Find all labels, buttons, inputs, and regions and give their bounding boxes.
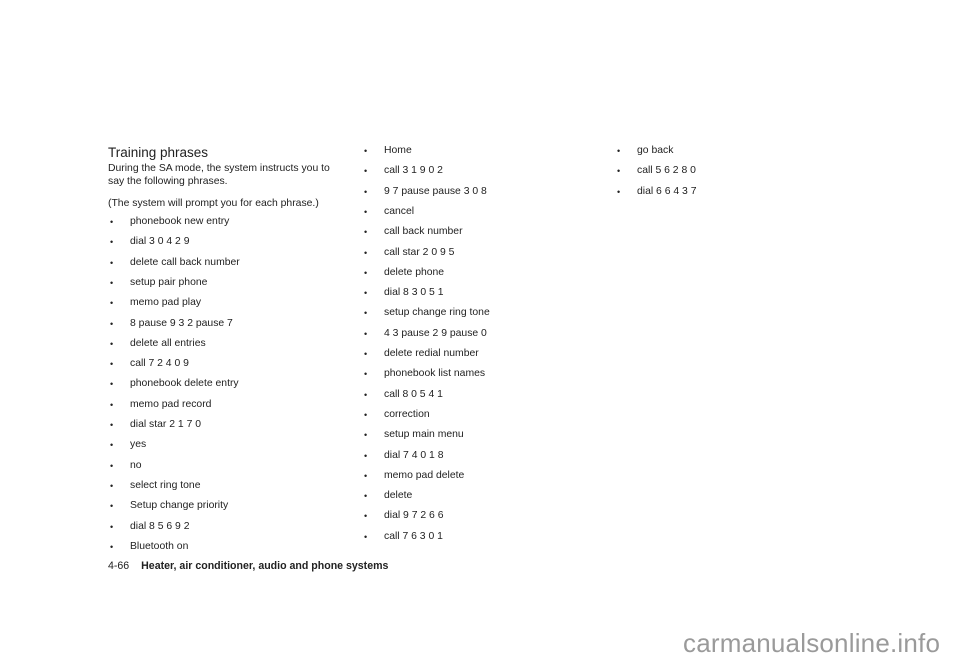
- phrase-text: phonebook delete entry: [130, 378, 239, 390]
- bullet-icon: •: [110, 541, 114, 552]
- phrase-text: dial 8 5 6 9 2: [130, 520, 190, 532]
- bullet-icon: •: [110, 480, 114, 491]
- bullet-icon: •: [110, 521, 114, 532]
- bullet-icon: •: [110, 501, 114, 512]
- phrase-text: no: [130, 459, 142, 471]
- phrase-text: delete redial number: [384, 348, 479, 359]
- phrase-text: go back: [637, 145, 674, 156]
- phrase-text: dial 8 3 0 5 1: [384, 287, 444, 299]
- bullet-icon: •: [110, 440, 114, 451]
- section-title: Training phrases: [108, 145, 209, 160]
- phrase-text: 8 pause 9 3 2 pause 7: [130, 317, 233, 329]
- phrase-text: cancel: [384, 205, 415, 217]
- phrase-text: call star 2 0 9 5: [384, 246, 455, 258]
- bullet-icon: •: [110, 399, 114, 410]
- phrase-text: memo pad delete: [384, 469, 465, 481]
- phrase-text: call 7 6 3 0 1: [384, 530, 443, 542]
- bullet-icon: •: [364, 511, 368, 522]
- phrase-text: call 5 6 2 8 0: [637, 165, 696, 177]
- bullet-icon: •: [110, 420, 114, 430]
- bullet-icon: •: [364, 146, 368, 156]
- bullet-icon: •: [364, 328, 368, 339]
- phrase-text: delete call back number: [130, 256, 240, 268]
- watermark: carmanualsonline.info: [683, 628, 941, 658]
- bullet-icon: •: [110, 318, 114, 329]
- phrase-text: correction: [384, 408, 430, 420]
- phrase-text: Home: [384, 145, 412, 156]
- bullet-icon: •: [364, 349, 368, 359]
- phrase-text: Setup change priority: [130, 500, 229, 512]
- phrase-text: delete all entries: [130, 337, 206, 349]
- bullet-icon: •: [110, 359, 114, 370]
- intro-paragraph: During the SA mode, the system instructs…: [108, 163, 330, 187]
- bullet-icon: •: [110, 338, 114, 349]
- phrase-text: call 8 0 5 4 1: [384, 388, 443, 400]
- phrase-text: call 3 1 9 0 2: [384, 165, 443, 177]
- bullet-icon: •: [364, 450, 368, 461]
- phrase-text: phonebook list names: [384, 368, 486, 380]
- bullet-icon: •: [110, 379, 114, 390]
- bullet-icon: •: [110, 277, 114, 288]
- bullet-icon: •: [364, 308, 368, 319]
- page-footer: 4-66 Heater, air conditioner, audio and …: [108, 560, 388, 572]
- bullet-icon: •: [364, 369, 368, 380]
- phrase-text: memo pad play: [130, 297, 202, 309]
- bullet-icon: •: [617, 146, 621, 156]
- phrase-text: 4 3 pause 2 9 pause 0: [384, 327, 487, 339]
- bullet-icon: •: [110, 217, 114, 227]
- phrase-text: setup pair phone: [130, 276, 208, 288]
- phrase-text: setup main menu: [384, 429, 464, 441]
- bullet-icon: •: [617, 166, 621, 177]
- phrase-text: Bluetooth on: [130, 540, 189, 552]
- phrase-text: dial star 2 1 7 0: [130, 419, 202, 430]
- bullet-icon: •: [364, 491, 368, 502]
- phrase-text: call 7 2 4 0 9: [130, 358, 189, 370]
- page-number: 4-66: [108, 560, 130, 572]
- phrase-text: memo pad record: [130, 398, 212, 410]
- bullet-icon: •: [364, 430, 368, 441]
- footer-section-title: Heater, air conditioner, audio and phone…: [141, 560, 389, 572]
- bullet-icon: •: [110, 257, 114, 268]
- bullet-icon: •: [110, 237, 114, 248]
- bullet-icon: •: [364, 389, 368, 400]
- phrase-text: delete: [384, 490, 413, 502]
- bullet-icon: •: [364, 267, 368, 278]
- note-paragraph: (The system will prompt you for each phr…: [108, 198, 319, 209]
- phrase-text: call back number: [384, 226, 463, 238]
- bullet-icon: •: [110, 298, 114, 309]
- phrase-text: setup change ring tone: [384, 307, 490, 319]
- bullet-icon: •: [364, 206, 368, 217]
- phrase-text: select ring tone: [130, 479, 201, 491]
- bullet-icon: •: [364, 227, 368, 238]
- bullet-icon: •: [364, 470, 368, 481]
- bullet-icon: •: [364, 409, 368, 420]
- phrase-text: dial 6 6 4 3 7: [637, 185, 697, 197]
- phrase-text: 9 7 pause pause 3 0 8: [384, 185, 487, 197]
- bullet-icon: •: [364, 531, 368, 542]
- phrase-text: dial 3 0 4 2 9: [130, 236, 190, 248]
- phrase-text: yes: [130, 439, 147, 451]
- bullet-icon: •: [110, 460, 114, 471]
- phrase-text: dial 7 4 0 1 8: [384, 449, 444, 461]
- bullet-icon: •: [364, 288, 368, 299]
- bullet-icon: •: [364, 186, 368, 197]
- bullet-icon: •: [364, 166, 368, 177]
- phrase-text: phonebook new entry: [130, 216, 230, 227]
- phrase-text: delete phone: [384, 266, 445, 278]
- phrase-text: dial 9 7 2 6 6: [384, 510, 444, 522]
- bullet-icon: •: [364, 247, 368, 258]
- bullet-icon: •: [617, 186, 621, 197]
